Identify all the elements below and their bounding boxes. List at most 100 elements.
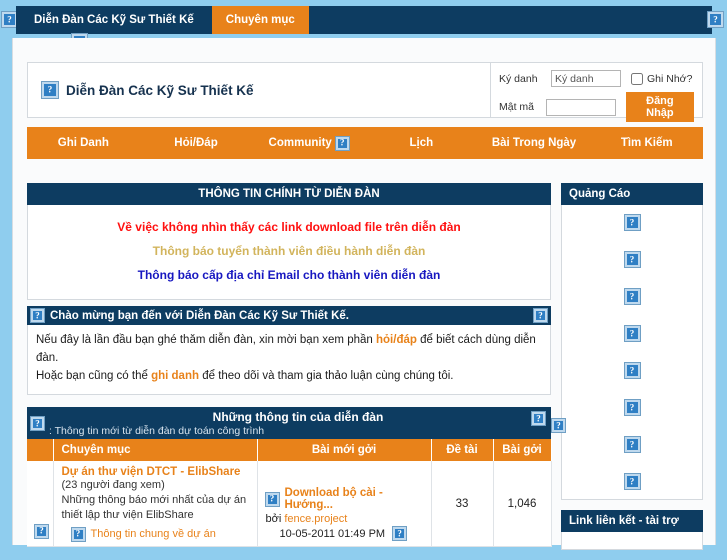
nav-item-ghi-danh[interactable]: Ghi Danh: [27, 137, 140, 149]
forum-table: Chuyên mục Bài mới gởi Đề tài Bài gởi ? …: [27, 439, 552, 547]
forum-panel: Những thông tin của diễn đàn : Thông tin…: [27, 407, 566, 547]
nav-item-hoi-dap-label: Hỏi/Đáp: [174, 137, 218, 149]
welcome-line-2-pre: Hoặc bạn cũng có thể: [36, 369, 152, 382]
ad-broken-image-icon-4[interactable]: [623, 325, 641, 342]
nav-item-ghi-danh-label: Ghi Danh: [57, 137, 109, 149]
body-columns: THÔNG TIN CHÍNH TỪ DIỄN ĐÀN Về việc khôn…: [27, 183, 703, 560]
username-label: Ký danh: [499, 72, 538, 85]
lastpost-by-label: bởi: [265, 513, 282, 526]
welcome-line-2-post: để theo dõi và tham gia thảo luận cùng c…: [199, 369, 454, 382]
site-header: Diễn Đàn Các Kỹ Sư Thiết Kế Ký danh Ghi …: [27, 62, 703, 122]
ad-broken-image-icon-2[interactable]: [623, 251, 641, 268]
ad-broken-image-icon-5[interactable]: [623, 362, 641, 379]
subforum-label: Thông tin chung về dự án: [90, 528, 216, 541]
welcome-collapse-broken-image-icon[interactable]: [533, 308, 548, 323]
tab-home[interactable]: Diễn Đàn Các Kỹ Sư Thiết Kế: [16, 6, 212, 34]
lastpost-date: 10-05-2011 01:49 PM: [279, 527, 386, 540]
left-column: THÔNG TIN CHÍNH TỪ DIỄN ĐÀN Về việc khôn…: [27, 183, 566, 560]
ad-broken-image-icon-1[interactable]: [623, 214, 641, 231]
welcome-hoi-dap-link[interactable]: hỏi/đáp: [376, 334, 417, 346]
welcome-title: Chào mừng bạn đến với Diễn Đàn Các Kỹ Sư…: [50, 309, 349, 322]
tab-chuyen-muc[interactable]: Chuyên mục: [211, 6, 309, 34]
announcement-item-2[interactable]: Thông báo tuyển thành viên điều hành diễ…: [34, 239, 544, 263]
password-input[interactable]: [545, 98, 616, 116]
announcement-item-3[interactable]: Thông báo cấp địa chỉ Email cho thành vi…: [34, 263, 544, 287]
forum-panel-header: Những thông tin của diễn đàn : Thông tin…: [27, 407, 566, 440]
nav-item-hoi-dap[interactable]: Hỏi/Đáp: [140, 137, 253, 149]
login-username-row: Ký danh Ghi Nhớ?: [499, 70, 694, 87]
announcements-panel: THÔNG TIN CHÍNH TỪ DIỄN ĐÀN Về việc khôn…: [27, 183, 551, 300]
username-input[interactable]: [551, 70, 621, 87]
lastpost-broken-image-icon: [264, 491, 280, 507]
login-password-row: Mật mã Đăng Nhập: [499, 92, 694, 122]
welcome-line-2: Hoặc bạn cũng có thể ghi danh để theo dõ…: [36, 368, 542, 386]
forum-panel-title: Những thông tin của diễn đàn: [212, 410, 384, 425]
lastpost-goto-broken-image-icon[interactable]: [392, 526, 408, 542]
forum-table-header-row: Chuyên mục Bài mới gởi Đề tài Bài gởi: [27, 439, 552, 462]
ads-panel: Quảng Cáo: [561, 183, 703, 500]
col-category: Chuyên mục: [53, 439, 258, 462]
category-desc-line-1: Những thông báo mới nhất của dự án: [61, 494, 247, 507]
row-category-cell: Dự án thư viện DTCT - ElibShare (23 ngườ…: [53, 461, 258, 547]
forum-outer-broken-image-icon[interactable]: [551, 418, 566, 434]
remember-me-checkbox[interactable]: [631, 72, 643, 85]
row-lastpost-cell: Download bộ cài - Hướng... bởi fence.pro…: [257, 461, 432, 547]
lastpost-title-row[interactable]: Download bộ cài - Hướng...: [264, 487, 423, 512]
welcome-line-1: Nếu đây là lần đầu bạn ghé thăm diễn đàn…: [36, 332, 542, 368]
topbar-left-broken-image-icon: [1, 11, 18, 28]
col-status: [27, 439, 54, 462]
nav-item-community-label: Community: [268, 137, 332, 149]
community-broken-image-icon: [334, 135, 350, 151]
subforum-broken-image-icon: [70, 526, 86, 542]
site-brand-label: Diễn Đàn Các Kỹ Sư Thiết Kế: [66, 82, 254, 98]
ad-broken-image-icon-6[interactable]: [623, 399, 641, 416]
row-topics-count: 33: [431, 461, 494, 547]
forum-collapse-broken-image-icon[interactable]: [531, 411, 546, 427]
nav-item-lich-label: Lịch: [409, 137, 434, 149]
ads-panel-body: [561, 205, 703, 500]
site-logo-broken-image-icon: [41, 81, 59, 99]
remember-me-group[interactable]: Ghi Nhớ?: [631, 72, 692, 85]
site-brand: Diễn Đàn Các Kỹ Sư Thiết Kế: [28, 63, 490, 117]
category-title[interactable]: Dự án thư viện DTCT - ElibShare: [62, 466, 249, 478]
lastpost-title: Download bộ cài - Hướng...: [284, 487, 383, 512]
lastpost-author-row: bởi fence.project: [266, 513, 423, 525]
nav-item-tim-kiem[interactable]: Tìm Kiếm: [590, 137, 703, 149]
forum-header-text: Những thông tin của diễn đàn : Thông tin…: [49, 410, 547, 437]
topbar-right-broken-image-icon[interactable]: [707, 11, 724, 28]
login-button[interactable]: Đăng Nhập: [625, 92, 694, 122]
main-navigation: Ghi Danh Hỏi/Đáp Community Lịch Bài Tron…: [27, 127, 703, 159]
lastpost-username[interactable]: fence.project: [284, 513, 347, 525]
forum-left-broken-image-icon: [30, 416, 45, 432]
welcome-left-broken-image-icon: [30, 308, 45, 323]
page-canvas: Diễn Đàn Các Kỹ Sư Thiết Kế Ký danh Ghi …: [12, 38, 716, 550]
ad-broken-image-icon-8[interactable]: [623, 473, 641, 490]
row-status-cell: [27, 461, 54, 547]
top-tab-bar-filler: [309, 6, 712, 34]
right-sidebar: Quảng Cáo Link liên kết - tài trợ: [561, 183, 703, 560]
nav-item-community[interactable]: Community: [252, 135, 365, 151]
col-topics: Đề tài: [431, 439, 494, 462]
welcome-header: Chào mừng bạn đến với Diễn Đàn Các Kỹ Sư…: [27, 306, 551, 325]
welcome-body: Nếu đây là lần đầu bạn ghé thăm diễn đàn…: [27, 325, 551, 396]
category-viewers: (23 người đang xem): [61, 479, 165, 492]
forum-panel-subtitle: : Thông tin mới từ diễn đàn dự toán công…: [49, 425, 265, 438]
col-posts: Bài gởi: [493, 439, 552, 462]
row-posts-count: 1,046: [493, 461, 552, 547]
row-status-broken-image-icon: [34, 523, 49, 539]
welcome-ghi-danh-link[interactable]: ghi danh: [151, 370, 199, 382]
nav-item-tim-kiem-label: Tìm Kiếm: [620, 137, 673, 149]
links-panel: Link liên kết - tài trợ: [561, 510, 703, 550]
subforum-item[interactable]: Thông tin chung về dự án: [62, 526, 249, 542]
login-form: Ký danh Ghi Nhớ? Mật mã Đăng Nhập: [490, 63, 702, 122]
category-desc-line-2: thiết lập thư viện ElibShare: [61, 509, 194, 522]
ad-broken-image-icon-3[interactable]: [623, 288, 641, 305]
nav-item-lich[interactable]: Lịch: [365, 137, 478, 149]
announcement-item-1[interactable]: Về việc không nhìn thấy các link downloa…: [34, 215, 544, 239]
links-panel-title: Link liên kết - tài trợ: [561, 510, 703, 532]
password-label: Mật mã: [499, 101, 535, 113]
ad-broken-image-icon-7[interactable]: [623, 436, 641, 453]
nav-item-bai-trong-ngay[interactable]: Bài Trong Ngày: [478, 137, 591, 149]
ads-panel-title: Quảng Cáo: [561, 183, 703, 205]
announcements-panel-title: THÔNG TIN CHÍNH TỪ DIỄN ĐÀN: [27, 183, 551, 205]
